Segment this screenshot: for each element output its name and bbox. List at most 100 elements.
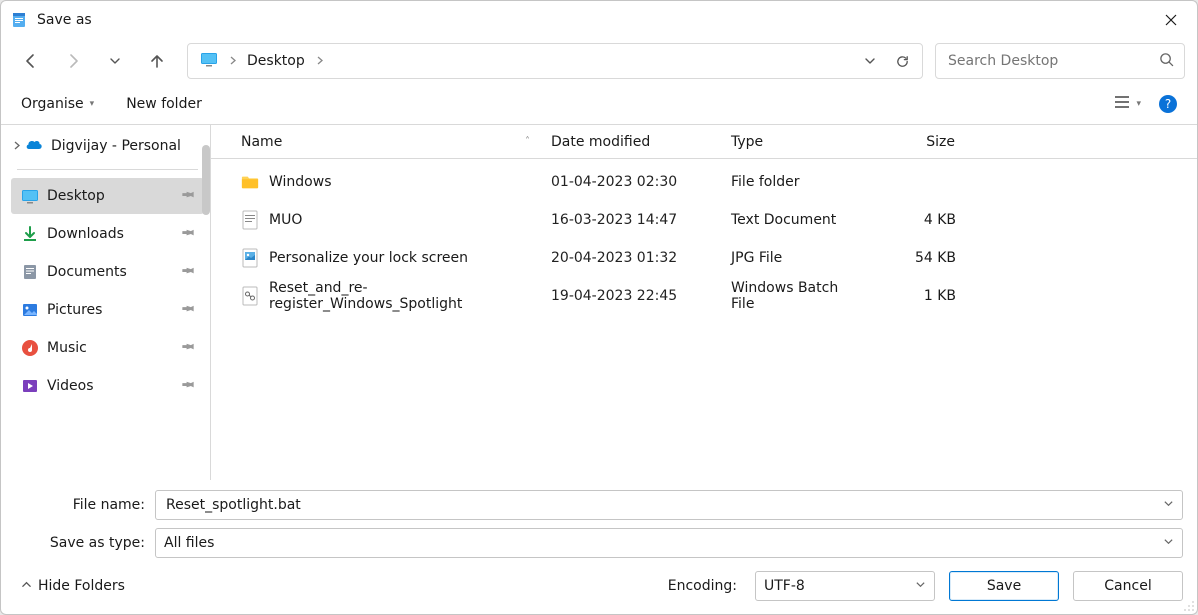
file-date: 01-04-2023 02:30 [541,174,721,190]
pin-icon [178,376,198,396]
address-dropdown-button[interactable] [856,47,884,75]
search-input[interactable] [946,52,1151,70]
sidebar-scrollbar[interactable] [202,145,210,215]
breadcrumb-root[interactable] [194,46,224,76]
sidebar-item-label: Downloads [47,226,124,242]
folder-icon [241,173,259,191]
filename-input[interactable] [164,496,1163,514]
sidebar-item-downloads[interactable]: Downloads [11,216,204,252]
resize-grip-icon[interactable] [1181,598,1195,612]
save-label: Save [987,578,1021,594]
sidebar-item-music[interactable]: Music [11,330,204,366]
file-date: 20-04-2023 01:32 [541,250,721,266]
file-pane: Name ˄ Date modified Type Size Windows 01… [211,125,1197,480]
encoding-label: Encoding: [668,578,737,594]
file-size: 54 KB [876,250,966,266]
column-date-label: Date modified [551,134,650,150]
file-date: 16-03-2023 14:47 [541,212,721,228]
pin-icon [178,224,198,244]
column-date[interactable]: Date modified [541,125,721,158]
toolbar: Organise ▾ New folder ▾ ? [1,83,1197,125]
view-mode-button[interactable]: ▾ [1108,89,1147,119]
cancel-label: Cancel [1104,578,1151,594]
filename-label: File name: [15,497,155,513]
chevron-down-icon[interactable] [915,578,926,594]
forward-button[interactable] [55,43,91,79]
sidebar-item-videos[interactable]: Videos [11,368,204,404]
downloads-icon [21,225,39,243]
file-size: 4 KB [876,212,966,228]
pin-icon [178,300,198,320]
pin-icon [178,186,198,206]
search-box[interactable] [935,43,1185,79]
chevron-down-icon: ▾ [90,99,95,109]
sidebar-item-documents[interactable]: Documents [11,254,204,290]
file-row[interactable]: Personalize your lock screen 20-04-2023 0… [231,239,1197,277]
music-icon [21,339,39,357]
file-name: Personalize your lock screen [269,250,468,266]
pin-icon [178,338,198,358]
file-row[interactable]: MUO 16-03-2023 14:47Text Document4 KB [231,201,1197,239]
up-button[interactable] [139,43,175,79]
window-title: Save as [37,12,92,28]
file-name: Windows [269,174,332,190]
chevron-down-icon[interactable] [1163,535,1174,551]
file-list: Windows 01-04-2023 02:30File folder MUO 16-… [211,159,1197,315]
encoding-field[interactable]: UTF-8 [755,571,935,601]
new-folder-button[interactable]: New folder [120,90,208,118]
cancel-button[interactable]: Cancel [1073,571,1183,601]
file-name: MUO [269,212,302,228]
column-name-label: Name [241,134,282,150]
file-type: File folder [721,174,876,190]
txt-icon [241,211,259,229]
sidebar-item-label: Music [47,340,87,356]
hide-folders-button[interactable]: Hide Folders [15,572,131,600]
close-button[interactable] [1149,1,1193,39]
save-button[interactable]: Save [949,571,1059,601]
form-area: File name: Save as type: All files [1,480,1197,558]
filetype-field[interactable]: All files [155,528,1183,558]
back-button[interactable] [13,43,49,79]
onedrive-icon [25,138,43,154]
address-bar[interactable]: Desktop [187,43,923,79]
file-type: JPG File [721,250,876,266]
help-button[interactable]: ? [1153,89,1183,119]
filetype-value: All files [164,535,1163,551]
sidebar-item-desktop[interactable]: Desktop [11,178,204,214]
chevron-up-icon [21,578,32,594]
sidebar-item-pictures[interactable]: Pictures [11,292,204,328]
body: Digvijay - Personal Desktop Downloads Docu… [1,125,1197,480]
organise-button[interactable]: Organise ▾ [15,90,100,118]
column-type-label: Type [731,134,763,150]
refresh-button[interactable] [888,47,916,75]
column-headers: Name ˄ Date modified Type Size [211,125,1197,159]
notepad-icon [11,12,27,28]
column-size[interactable]: Size [876,125,966,158]
sidebar: Digvijay - Personal Desktop Downloads Docu… [1,125,211,480]
bat-icon [241,287,259,305]
file-size: 1 KB [876,288,966,304]
file-row[interactable]: Windows 01-04-2023 02:30File folder [231,163,1197,201]
column-name[interactable]: Name ˄ [231,125,541,158]
pin-icon [178,262,198,282]
sidebar-item-label: Videos [47,378,94,394]
chevron-down-icon: ▾ [1136,99,1141,109]
list-icon [1114,95,1130,113]
save-as-dialog: Save as Deskt [0,0,1198,615]
chevron-right-icon [228,53,237,69]
sidebar-separator [17,169,198,170]
nav-row: Desktop [1,39,1197,83]
pictures-icon [21,301,39,319]
chevron-down-icon[interactable] [1163,497,1174,513]
tree-item-onedrive[interactable]: Digvijay - Personal [5,131,210,161]
file-type: Windows Batch File [721,280,876,312]
file-type: Text Document [721,212,876,228]
file-row[interactable]: Reset_and_re-register_Windows_Spotlight1… [231,277,1197,315]
recent-locations-button[interactable] [97,43,133,79]
sidebar-item-label: Documents [47,264,127,280]
filename-field[interactable] [155,490,1183,520]
breadcrumb-desktop[interactable]: Desktop [241,49,311,73]
new-folder-label: New folder [126,96,202,112]
hide-folders-label: Hide Folders [38,578,125,594]
column-type[interactable]: Type [721,125,876,158]
